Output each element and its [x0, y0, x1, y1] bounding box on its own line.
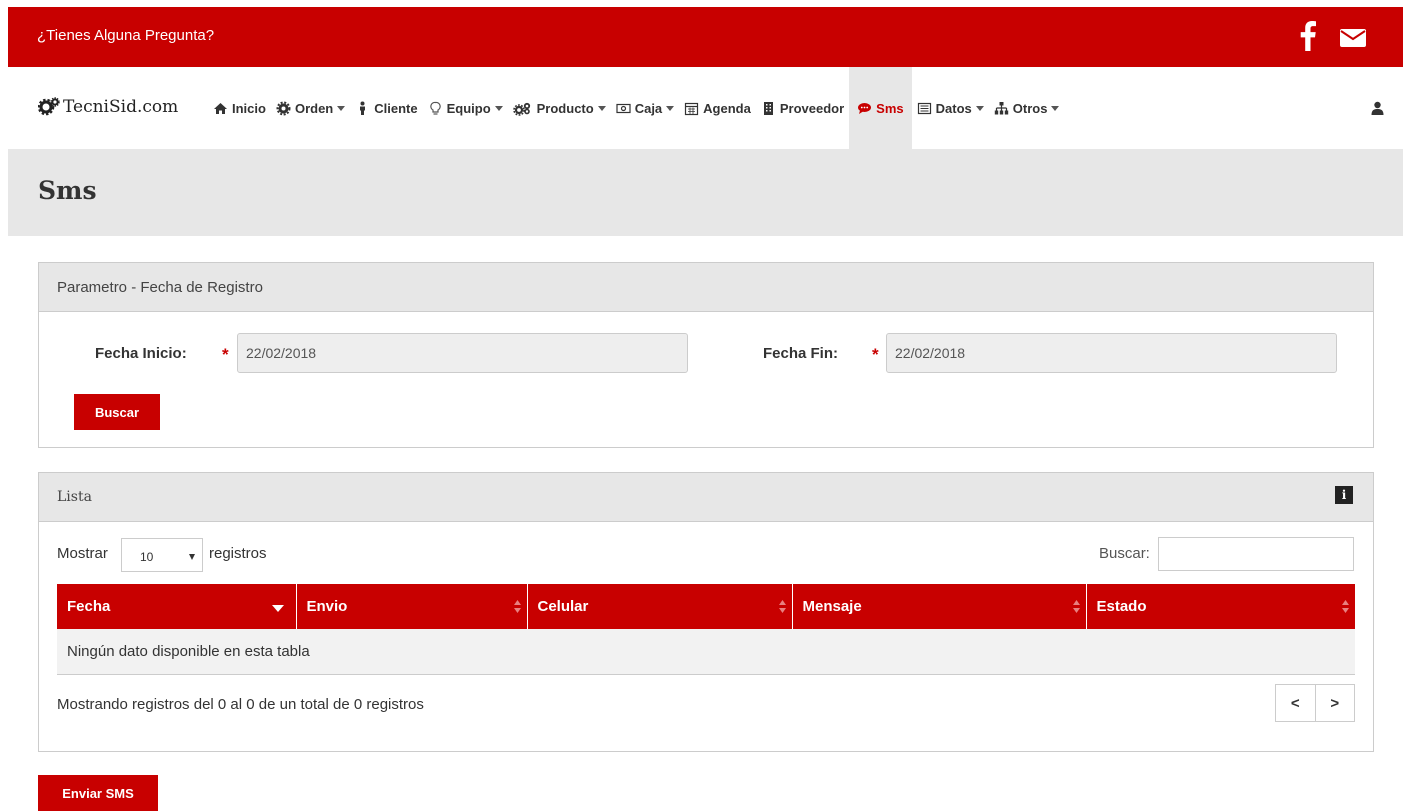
search-label: Buscar: — [1099, 545, 1150, 562]
user-icon[interactable] — [1371, 101, 1384, 115]
chevron-down-icon — [597, 105, 606, 111]
nav-item-orden[interactable]: Orden — [271, 67, 350, 149]
nav-item-agenda[interactable]: Agenda — [679, 67, 756, 149]
sort-icon — [778, 600, 786, 613]
nav-label: Equipo — [446, 100, 491, 116]
table-header-row: Fecha Envio Celular Mensaje Estado — [57, 584, 1355, 629]
list-panel: Lista i Mostrar 10 registros Buscar: Fec… — [38, 472, 1374, 752]
table-row: Ningún dato disponible en esta tabla — [57, 629, 1355, 675]
nav-label: Otros — [1012, 100, 1048, 116]
nav-item-caja[interactable]: Caja — [611, 67, 679, 149]
search-input[interactable] — [1158, 537, 1354, 571]
sort-icon — [513, 600, 521, 613]
fecha-fin-label: Fecha Fin: — [763, 345, 839, 362]
mostrar-label: Mostrar — [57, 545, 108, 562]
pagination: < > — [1275, 684, 1355, 722]
chevron-down-icon — [494, 105, 503, 111]
list-icon — [917, 102, 931, 114]
nav-label: Cliente — [374, 100, 418, 116]
chevron-down-icon — [666, 105, 675, 111]
nav-item-otros[interactable]: Otros — [989, 67, 1065, 149]
buscar-button[interactable]: Buscar — [74, 394, 160, 430]
page-length-select[interactable]: 10 — [121, 538, 203, 572]
required-mark: * — [872, 345, 879, 364]
facebook-icon[interactable] — [1300, 21, 1316, 51]
table-info: Mostrando registros del 0 al 0 de un tot… — [57, 696, 424, 713]
brand-logo[interactable]: TecniSid.com — [38, 96, 178, 118]
column-header-mensaje[interactable]: Mensaje — [792, 584, 1087, 629]
gears-icon — [512, 102, 530, 116]
enviar-sms-button[interactable]: Enviar SMS — [38, 775, 158, 811]
nav-item-equipo[interactable]: Equipo — [423, 67, 508, 149]
question-text: ¿Tienes Alguna Pregunta? — [37, 27, 215, 44]
prev-page-button[interactable]: < — [1276, 685, 1316, 721]
comment-icon — [858, 102, 872, 114]
nav-item-proveedor[interactable]: Proveedor — [756, 67, 849, 149]
home-icon — [214, 102, 227, 114]
nav-item-datos[interactable]: Datos — [912, 67, 989, 149]
params-panel-title: Parametro - Fecha de Registro — [57, 279, 263, 296]
calendar-icon — [685, 102, 699, 115]
nav-label: Orden — [294, 100, 334, 116]
nav-menu: Inicio Orden Cliente Equipo Producto Caj… — [208, 67, 1064, 149]
nav-label: Caja — [634, 100, 663, 116]
nav-label: Sms — [876, 100, 904, 116]
params-panel: Parametro - Fecha de Registro Fecha Inic… — [38, 262, 1374, 448]
sitemap-icon — [994, 101, 1008, 114]
column-label: Fecha — [67, 598, 111, 615]
column-header-estado[interactable]: Estado — [1086, 584, 1355, 629]
gears-icon — [38, 97, 60, 116]
column-label: Celular — [537, 598, 589, 615]
params-panel-heading: Parametro - Fecha de Registro — [39, 263, 1373, 312]
empty-table-message: Ningún dato disponible en esta tabla — [57, 629, 1355, 675]
main-navbar: TecniSid.com Inicio Orden Cliente Equipo… — [8, 67, 1403, 149]
gear-icon — [276, 101, 291, 115]
column-label: Mensaje — [802, 598, 862, 615]
nav-item-cliente[interactable]: Cliente — [350, 67, 422, 149]
column-label: Envio — [306, 598, 348, 615]
info-icon[interactable]: i — [1335, 486, 1353, 504]
brand-name: TecniSid.com — [63, 97, 179, 117]
sms-table: Fecha Envio Celular Mensaje Estado Ningú… — [57, 584, 1355, 675]
nav-label: Inicio — [232, 100, 266, 116]
fecha-inicio-input[interactable] — [237, 333, 688, 373]
nav-label: Producto — [536, 100, 594, 116]
nav-item-producto[interactable]: Producto — [508, 67, 611, 149]
chevron-down-icon — [189, 554, 195, 560]
page-title: Sms — [38, 176, 97, 205]
nav-item-inicio[interactable]: Inicio — [208, 67, 271, 149]
top-bar: ¿Tienes Alguna Pregunta? — [8, 7, 1403, 67]
fecha-fin-input[interactable] — [886, 333, 1337, 373]
nav-label: Proveedor — [779, 100, 845, 116]
column-header-fecha[interactable]: Fecha — [57, 584, 297, 629]
nav-label: Agenda — [703, 100, 751, 116]
next-page-button[interactable]: > — [1316, 685, 1355, 721]
registros-label: registros — [209, 545, 267, 562]
page-header: Sms — [8, 149, 1403, 236]
nav-item-sms[interactable]: Sms — [849, 67, 912, 149]
required-mark: * — [222, 345, 229, 364]
chevron-down-icon — [337, 105, 346, 111]
list-panel-title: Lista — [57, 489, 92, 505]
page-length-value: 10 — [140, 550, 154, 564]
sort-desc-icon — [271, 605, 284, 612]
money-icon — [616, 103, 631, 113]
building-icon — [763, 101, 773, 115]
person-icon — [360, 101, 366, 115]
chevron-down-icon — [1051, 105, 1060, 111]
envelope-icon[interactable] — [1340, 29, 1366, 47]
column-label: Estado — [1096, 598, 1147, 615]
list-panel-heading: Lista i — [39, 473, 1373, 522]
sort-icon — [1072, 600, 1080, 613]
sort-icon — [1342, 600, 1349, 613]
column-header-celular[interactable]: Celular — [527, 584, 793, 629]
chevron-down-icon — [975, 105, 984, 111]
fecha-inicio-label: Fecha Inicio: — [95, 345, 187, 362]
column-header-envio[interactable]: Envio — [296, 584, 528, 629]
nav-label: Datos — [935, 100, 972, 116]
lightbulb-icon — [429, 101, 441, 115]
